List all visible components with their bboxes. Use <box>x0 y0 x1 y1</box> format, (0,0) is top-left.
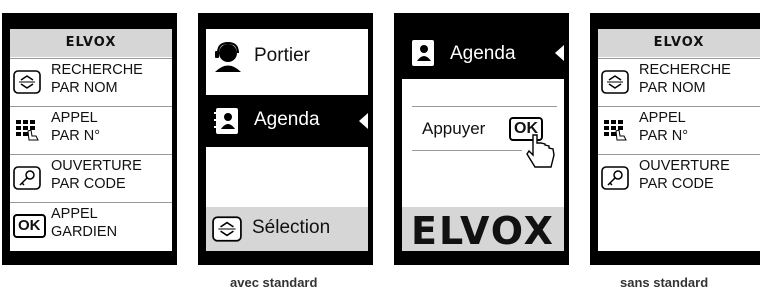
brand-logo: ELVOX <box>598 29 760 57</box>
keypad-hand-icon <box>16 120 39 141</box>
menu-item-label: PAR NOM <box>51 80 118 96</box>
menu-item-call-by-number[interactable]: APPEL PAR N° <box>10 106 172 154</box>
menu-item-search-by-name[interactable]: RECHERCHE PAR NOM <box>598 58 760 106</box>
menu-item-call-by-number[interactable]: APPEL PAR N° <box>598 106 760 154</box>
selection-label: Sélection <box>252 217 331 238</box>
menu-panel: ELVOX RECHERCHE PAR NOM APPEL PAR N° OUV… <box>10 29 172 251</box>
address-book-icon <box>412 40 434 66</box>
menu-item-label: OUVERTURE <box>639 158 730 174</box>
menu-item-agenda-selected[interactable]: Agenda <box>206 95 368 147</box>
caption-with-standard: avec standard <box>230 275 318 290</box>
selection-panel: Portier Agenda Sélection <box>206 29 368 251</box>
ok-key-icon: OK <box>13 214 46 238</box>
selection-arrow-icon <box>359 113 368 129</box>
keypad-hand-icon <box>604 120 627 141</box>
press-instruction: Appuyer <box>422 119 486 138</box>
display-screen-1: ELVOX RECHERCHE PAR NOM APPEL PAR N° OUV… <box>2 13 177 265</box>
up-down-arrows-icon <box>212 216 242 242</box>
caption-without-standard: sans standard <box>620 275 709 290</box>
key-icon <box>13 166 41 190</box>
selection-arrow-icon <box>555 45 564 61</box>
menu-item-label: RECHERCHE <box>639 62 731 78</box>
menu-item-label: Portier <box>254 45 310 66</box>
agenda-label: Agenda <box>450 43 516 64</box>
menu-item-label: Agenda <box>254 109 320 130</box>
selection-bar[interactable]: Sélection <box>206 207 368 251</box>
menu-item-portier[interactable]: Portier <box>206 31 368 83</box>
up-down-arrows-icon <box>13 70 41 94</box>
key-icon <box>601 166 629 190</box>
concierge-headset-icon <box>215 41 241 72</box>
display-screen-2: Portier Agenda Sélection <box>198 13 373 265</box>
menu-item-search-by-name[interactable]: RECHERCHE PAR NOM <box>10 58 172 106</box>
divider <box>412 150 522 151</box>
agenda-panel: Agenda Appuyer OK ELVOX <box>402 29 564 251</box>
menu-item-opening-by-code[interactable]: OUVERTURE PAR CODE <box>598 154 760 202</box>
menu-item-label: PAR N° <box>639 128 689 144</box>
brand-logo: ELVOX <box>10 29 172 57</box>
menu-item-label: APPEL <box>639 110 686 126</box>
menu-item-label: GARDIEN <box>51 224 118 240</box>
brand-logo-large: ELVOX <box>411 209 555 251</box>
display-screen-4: ELVOX RECHERCHE PAR NOM APPEL PAR N° OUV… <box>590 13 760 265</box>
pointing-hand-icon <box>526 134 555 168</box>
agenda-header: Agenda <box>402 29 564 79</box>
menu-item-label: PAR CODE <box>639 176 714 192</box>
menu-item-label: PAR NOM <box>639 80 706 96</box>
logo-bar: ELVOX <box>402 207 564 251</box>
menu-item-label: RECHERCHE <box>51 62 143 78</box>
menu-item-label: OUVERTURE <box>51 158 142 174</box>
up-down-arrows-icon <box>601 70 629 94</box>
menu-panel: ELVOX RECHERCHE PAR NOM APPEL PAR N° OUV… <box>598 29 760 251</box>
address-book-icon <box>214 108 238 134</box>
divider <box>412 106 557 107</box>
menu-item-label: APPEL <box>51 206 98 222</box>
menu-item-call-guard[interactable]: OK APPEL GARDIEN <box>10 202 172 250</box>
display-screen-3: Agenda Appuyer OK ELVOX <box>394 13 569 265</box>
menu-item-label: APPEL <box>51 110 98 126</box>
menu-item-opening-by-code[interactable]: OUVERTURE PAR CODE <box>10 154 172 202</box>
menu-item-label: PAR CODE <box>51 176 126 192</box>
menu-item-label: PAR N° <box>51 128 101 144</box>
